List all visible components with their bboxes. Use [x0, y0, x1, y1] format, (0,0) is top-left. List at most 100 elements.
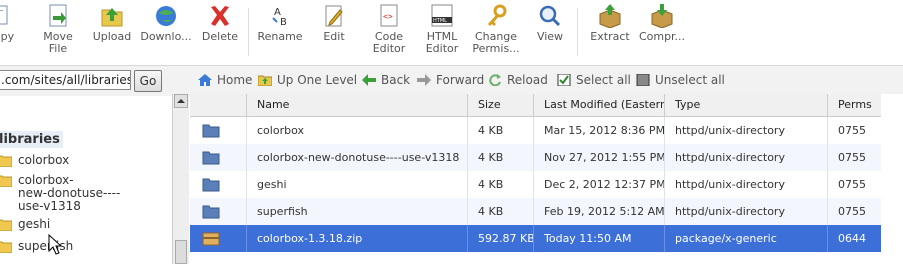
select-all-button[interactable]: Select all	[557, 73, 631, 87]
move-file-button[interactable]: Move File	[40, 4, 76, 55]
edit-icon	[325, 5, 343, 27]
back-arrow-icon	[362, 74, 376, 86]
view-button[interactable]: View	[534, 4, 566, 43]
folder-icon	[202, 151, 220, 165]
code-editor-icon: <>	[380, 4, 398, 27]
toolbar-separator	[248, 8, 249, 56]
cell-icon	[190, 225, 246, 252]
cell-icon	[190, 171, 246, 198]
delete-icon	[211, 6, 229, 26]
cell-size: 4 KB	[467, 144, 533, 171]
header-type[interactable]: Type	[664, 94, 827, 116]
cell-name[interactable]: colorbox	[246, 117, 467, 144]
table-row[interactable]: geshi 4 KB Dec 2, 2012 12:37 PM httpd/unix-…	[190, 171, 881, 198]
cell-perms: 0755	[827, 117, 881, 144]
tree-root-libraries[interactable]: libraries	[0, 131, 63, 148]
html-editor-button[interactable]: HTML HTML Editor	[424, 4, 460, 55]
checkbox-empty-icon	[636, 74, 650, 86]
move-file-icon	[49, 4, 67, 27]
cell-size: 4 KB	[467, 171, 533, 198]
folder-icon	[0, 219, 12, 231]
cell-size: 4 KB	[467, 198, 533, 225]
home-button[interactable]: Home	[198, 73, 252, 87]
file-list: Name Size Last Modified (Eastern St Type…	[190, 94, 903, 264]
cell-perms: 0755	[827, 198, 881, 225]
path-bar: .com/sites/all/libraries Go	[0, 66, 190, 96]
cell-icon	[190, 198, 246, 225]
archive-icon	[202, 232, 220, 246]
compress-button[interactable]: Compr...	[638, 4, 686, 43]
cell-name[interactable]: colorbox-1.3.18.zip	[246, 225, 467, 252]
change-permissions-icon	[488, 4, 507, 26]
file-list-header: Name Size Last Modified (Eastern St Type…	[190, 94, 881, 117]
cell-type: httpd/unix-directory	[664, 198, 827, 225]
cell-modified: Today 11:50 AM	[533, 225, 664, 252]
extract-icon	[599, 4, 621, 28]
header-size[interactable]: Size	[467, 94, 533, 116]
folder-up-icon	[258, 75, 272, 86]
rename-button[interactable]: AB Rename	[256, 4, 304, 43]
file-list-scroll-area	[881, 94, 903, 264]
reload-icon	[489, 74, 501, 86]
table-row[interactable]: colorbox-new-donotuse----use-v1318 4 KB No…	[190, 144, 881, 171]
cell-name[interactable]: colorbox-new-donotuse----use-v1318	[246, 144, 467, 171]
toolbar-separator	[577, 8, 578, 56]
cell-modified: Feb 19, 2012 5:12 AM	[533, 198, 664, 225]
copy-icon	[0, 5, 8, 25]
home-icon	[198, 74, 212, 86]
forward-button[interactable]: Forward	[417, 73, 484, 87]
header-name[interactable]: Name	[246, 94, 467, 116]
table-row[interactable]: colorbox-1.3.18.zip 592.87 KB Today 11:50 …	[190, 225, 881, 252]
reload-button[interactable]: Reload	[488, 73, 548, 87]
download-icon	[156, 6, 176, 26]
scroll-thumb[interactable]	[175, 240, 187, 264]
cell-type: httpd/unix-directory	[664, 144, 827, 171]
upload-icon	[101, 8, 123, 27]
html-editor-icon: HTML	[431, 4, 453, 27]
toolbar: opy Move File Upload Downlo... Delete AB…	[0, 0, 903, 66]
cell-name[interactable]: geshi	[246, 171, 467, 198]
checkbox-checked-icon	[557, 74, 571, 86]
edit-button[interactable]: Edit	[318, 4, 350, 43]
table-row[interactable]: colorbox 4 KB Mar 15, 2012 8:36 PM httpd/un…	[190, 117, 881, 144]
svg-text:HTML: HTML	[433, 18, 447, 24]
download-button[interactable]: Downlo...	[140, 4, 192, 43]
extract-button[interactable]: Extract	[590, 4, 630, 43]
svg-text:B: B	[280, 17, 287, 28]
scroll-up-button[interactable]	[174, 94, 188, 108]
code-editor-button[interactable]: <> Code Editor	[370, 4, 408, 55]
change-permissions-button[interactable]: Change Permis...	[472, 4, 520, 55]
table-row[interactable]: superfish 4 KB Feb 19, 2012 5:12 AM httpd/u…	[190, 198, 881, 225]
navigation-bar: Home Up One Level Back Forward Reload Se…	[190, 66, 903, 95]
cell-perms: 0755	[827, 171, 881, 198]
cell-perms: 0644	[827, 225, 881, 252]
folder-icon	[0, 241, 12, 253]
copy-button[interactable]: opy	[0, 4, 18, 43]
svg-text:<>: <>	[383, 12, 393, 21]
go-button[interactable]: Go	[134, 70, 162, 92]
upload-button[interactable]: Upload	[92, 4, 132, 43]
back-button[interactable]: Back	[362, 73, 410, 87]
up-one-level-button[interactable]: Up One Level	[258, 73, 357, 87]
tree-scrollbar[interactable]	[172, 94, 189, 264]
unselect-all-button[interactable]: Unselect all	[636, 73, 725, 87]
cell-type: httpd/unix-directory	[664, 171, 827, 198]
forward-arrow-icon	[417, 74, 431, 86]
folder-tree: libraries colorbox colorbox- new-donotus…	[0, 96, 172, 264]
header-perms[interactable]: Perms	[827, 94, 881, 116]
rename-icon: AB	[272, 7, 287, 28]
folder-icon	[202, 205, 220, 219]
cell-type: httpd/unix-directory	[664, 117, 827, 144]
header-last-modified[interactable]: Last Modified (Eastern St	[533, 94, 664, 116]
cell-icon	[190, 144, 246, 171]
cell-name[interactable]: superfish	[246, 198, 467, 225]
cell-modified: Mar 15, 2012 8:36 PM	[533, 117, 664, 144]
chevron-up-icon	[177, 99, 185, 103]
path-input[interactable]: .com/sites/all/libraries	[0, 70, 131, 90]
cell-icon	[190, 117, 246, 144]
folder-icon	[0, 155, 12, 167]
delete-button[interactable]: Delete	[200, 4, 240, 43]
cell-type: package/x-generic	[664, 225, 827, 252]
folder-icon	[202, 178, 220, 192]
cell-size: 592.87 KB	[467, 225, 533, 252]
